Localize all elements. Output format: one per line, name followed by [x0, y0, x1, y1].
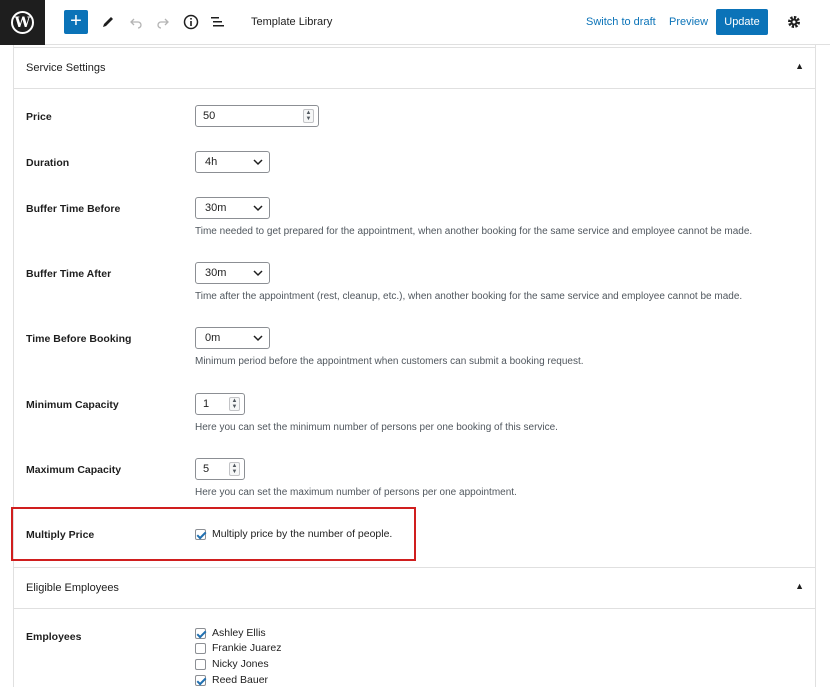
employee-option[interactable]: Ashley Ellis — [195, 627, 266, 639]
employee-option[interactable]: Reed Bauer — [195, 674, 268, 686]
document-title[interactable]: Template Library — [251, 16, 332, 28]
employee-checkbox[interactable] — [195, 642, 206, 654]
buffer-before-label: Buffer Time Before — [26, 203, 121, 215]
pencil-icon[interactable] — [96, 10, 120, 34]
price-input[interactable]: 50 ▲ ▼ — [195, 105, 319, 127]
duration-select[interactable]: 4h — [195, 151, 270, 173]
max-capacity-label: Maximum Capacity — [26, 464, 122, 476]
min-capacity-input[interactable]: 1 ▲ ▼ — [195, 393, 245, 415]
employee-option[interactable]: Frankie Juarez — [195, 642, 281, 654]
spinner-icon[interactable]: ▲ ▼ — [229, 462, 240, 476]
min-capacity-description: Here you can set the minimum number of p… — [195, 422, 558, 433]
employee-checkbox[interactable] — [195, 627, 206, 639]
employee-name[interactable]: Ashley Ellis — [212, 627, 266, 639]
editor-top-bar: W + Template Library Switch to draft Pre… — [0, 0, 830, 45]
panel-title: Service Settings — [26, 62, 106, 74]
buffer-after-label: Buffer Time After — [26, 268, 112, 280]
buffer-after-value: 30m — [205, 267, 227, 279]
employee-checkbox[interactable] — [195, 674, 206, 686]
max-capacity-input[interactable]: 5 ▲ ▼ — [195, 458, 245, 480]
preview-button[interactable]: Preview — [669, 16, 708, 28]
update-button[interactable]: Update — [716, 9, 768, 35]
service-settings-panel-header[interactable]: Service Settings ▲ — [13, 47, 816, 89]
wordpress-logo-icon[interactable]: W — [0, 0, 45, 45]
buffer-before-select[interactable]: 30m — [195, 197, 270, 219]
employees-label: Employees — [26, 631, 82, 643]
chevron-down-icon — [253, 201, 263, 218]
duration-value: 4h — [205, 156, 218, 168]
employee-checkbox[interactable] — [195, 658, 206, 670]
buffer-after-description: Time after the appointment (rest, cleanu… — [195, 291, 743, 302]
chevron-down-icon — [253, 331, 263, 348]
min-capacity-value: 1 — [203, 398, 210, 410]
collapse-arrow-icon[interactable]: ▲ — [795, 61, 804, 71]
price-value: 50 — [203, 110, 216, 122]
collapse-arrow-icon[interactable]: ▲ — [795, 581, 804, 591]
spinner-icon[interactable]: ▲ ▼ — [229, 397, 240, 411]
spinner-icon[interactable]: ▲ ▼ — [303, 109, 314, 123]
buffer-before-description: Time needed to get prepared for the appo… — [195, 226, 753, 237]
multiply-price-checkbox-label[interactable]: Multiply price by the number of people. — [212, 528, 392, 540]
info-icon[interactable] — [179, 10, 203, 34]
gear-icon[interactable] — [782, 10, 806, 34]
employee-name[interactable]: Frankie Juarez — [212, 642, 281, 654]
price-label: Price — [26, 111, 52, 123]
redo-icon[interactable] — [151, 10, 175, 34]
chevron-down-icon — [253, 155, 263, 172]
employee-name[interactable]: Reed Bauer — [212, 674, 268, 686]
max-capacity-description: Here you can set the maximum number of p… — [195, 487, 517, 498]
duration-label: Duration — [26, 157, 70, 169]
min-capacity-label: Minimum Capacity — [26, 399, 119, 411]
time-before-booking-label: Time Before Booking — [26, 333, 132, 345]
add-block-button[interactable]: + — [64, 10, 88, 34]
multiply-price-option[interactable]: Multiply price by the number of people. — [195, 528, 392, 540]
time-before-booking-description: Minimum period before the appointment wh… — [195, 356, 584, 367]
employee-name[interactable]: Nicky Jones — [212, 658, 269, 670]
time-before-booking-select[interactable]: 0m — [195, 327, 270, 349]
list-view-icon[interactable] — [206, 10, 230, 34]
max-capacity-value: 5 — [203, 463, 210, 475]
multiply-price-checkbox[interactable] — [195, 528, 206, 540]
panel-title: Eligible Employees — [26, 582, 119, 594]
eligible-employees-panel-header[interactable]: Eligible Employees ▲ — [13, 567, 816, 609]
chevron-down-icon — [253, 266, 263, 283]
employee-option[interactable]: Nicky Jones — [195, 658, 269, 670]
buffer-before-value: 30m — [205, 202, 227, 214]
multiply-price-label: Multiply Price — [26, 529, 95, 541]
undo-icon[interactable] — [124, 10, 148, 34]
buffer-after-select[interactable]: 30m — [195, 262, 270, 284]
time-before-booking-value: 0m — [205, 332, 221, 344]
switch-to-draft-button[interactable]: Switch to draft — [586, 16, 656, 28]
